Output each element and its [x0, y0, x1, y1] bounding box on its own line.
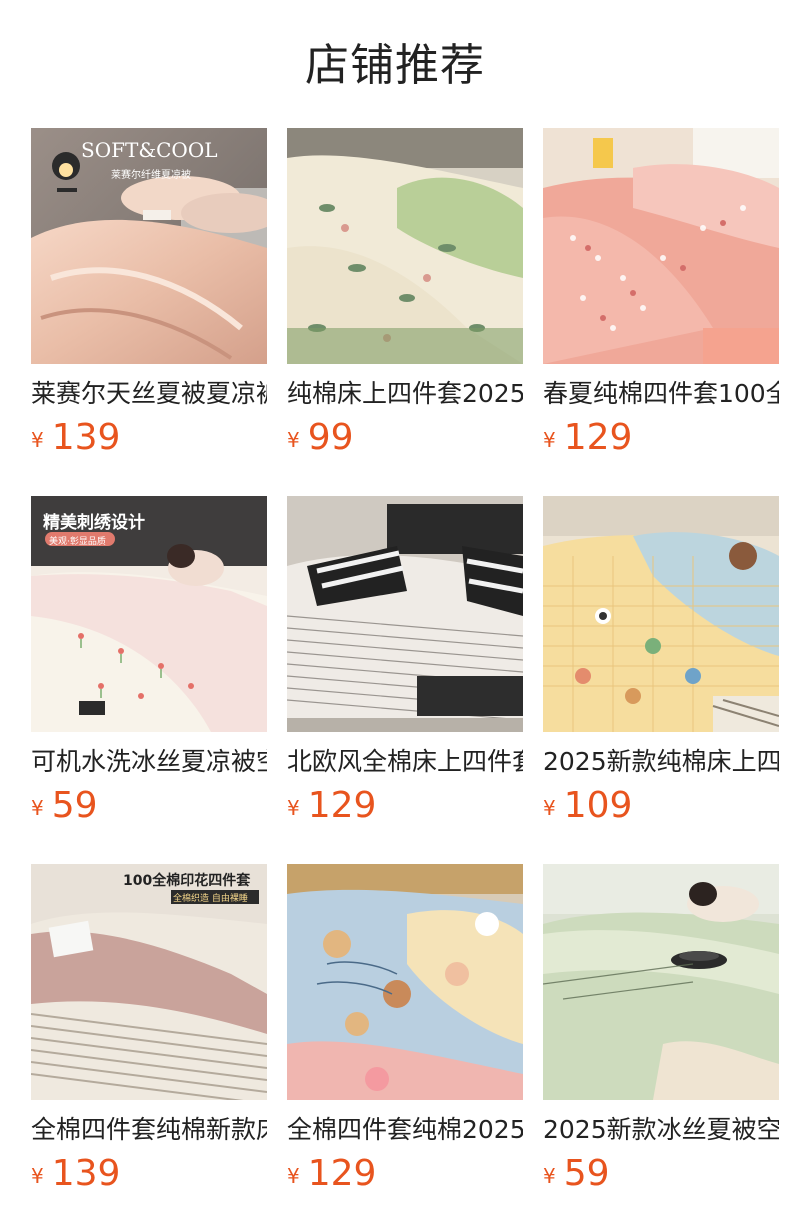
product-price: ¥129	[287, 786, 376, 826]
currency-symbol: ¥	[287, 1164, 300, 1188]
product-price: ¥139	[31, 418, 120, 458]
image-headline: 100全棉印花四件套	[123, 873, 251, 889]
product-price: ¥109	[543, 786, 632, 826]
product-card[interactable]: 精美刺绣设计 美观·彰显品质 可机水洗冰丝夏凉被空调被 ¥59	[31, 496, 267, 826]
price-amount: 129	[307, 1153, 377, 1194]
product-card[interactable]: 2025新款冰丝夏被空调被 ¥59	[543, 864, 779, 1194]
currency-symbol: ¥	[543, 796, 556, 820]
currency-symbol: ¥	[543, 428, 556, 452]
product-image[interactable]	[287, 128, 523, 364]
price-amount: 109	[563, 785, 633, 826]
currency-symbol: ¥	[543, 1164, 556, 1188]
currency-symbol: ¥	[287, 796, 300, 820]
product-name[interactable]: 莱赛尔天丝夏被夏凉被	[31, 378, 267, 412]
product-name[interactable]: 纯棉床上四件套2025	[287, 378, 523, 412]
product-name[interactable]: 全棉四件套纯棉新款床单	[31, 1114, 267, 1148]
product-card[interactable]: 100全棉印花四件套 全棉织造 自由裸睡 全棉四件套纯棉新款床单 ¥139	[31, 864, 267, 1194]
image-headline: 精美刺绣设计	[43, 513, 145, 533]
currency-symbol: ¥	[31, 1164, 44, 1188]
product-image[interactable]	[543, 864, 779, 1100]
currency-symbol: ¥	[31, 796, 44, 820]
image-headline: SOFT&COOL	[81, 138, 218, 162]
price-amount: 129	[307, 785, 377, 826]
product-card[interactable]: 春夏纯棉四件套100全棉 ¥129	[543, 128, 779, 458]
product-price: ¥129	[287, 1154, 376, 1194]
currency-symbol: ¥	[287, 428, 300, 452]
product-name[interactable]: 2025新款纯棉床上四件套	[543, 746, 779, 780]
product-name[interactable]: 春夏纯棉四件套100全棉	[543, 378, 779, 412]
product-image[interactable]	[287, 864, 523, 1100]
product-name[interactable]: 2025新款冰丝夏被空调被	[543, 1114, 779, 1148]
product-price: ¥59	[543, 1154, 610, 1194]
product-card[interactable]: 2025新款纯棉床上四件套 ¥109	[543, 496, 779, 826]
image-subtitle: 美观·彰显品质	[49, 537, 106, 547]
product-image[interactable]	[543, 128, 779, 364]
image-subtitle: 全棉织造 自由裸睡	[173, 894, 248, 904]
price-amount: 129	[563, 417, 633, 458]
price-amount: 139	[51, 417, 121, 458]
product-card[interactable]: SOFT&COOL 莱赛尔纤维夏凉被 莱赛尔天丝夏被夏凉被 ¥139	[31, 128, 267, 458]
price-amount: 59	[51, 785, 98, 826]
price-amount: 59	[563, 1153, 610, 1194]
product-image[interactable]: 精美刺绣设计 美观·彰显品质	[31, 496, 267, 732]
product-card[interactable]: 全棉四件套纯棉2025新款 ¥129	[287, 864, 523, 1194]
price-amount: 139	[51, 1153, 121, 1194]
product-name[interactable]: 全棉四件套纯棉2025新款	[287, 1114, 523, 1148]
product-image[interactable]: SOFT&COOL 莱赛尔纤维夏凉被	[31, 128, 267, 364]
product-card[interactable]: 纯棉床上四件套2025 ¥99	[287, 128, 523, 458]
product-name[interactable]: 可机水洗冰丝夏凉被空调被	[31, 746, 267, 780]
price-amount: 99	[307, 417, 354, 458]
product-price: ¥139	[31, 1154, 120, 1194]
product-price: ¥129	[543, 418, 632, 458]
product-image[interactable]	[543, 496, 779, 732]
product-price: ¥99	[287, 418, 354, 458]
section-title: 店铺推荐	[305, 40, 485, 91]
product-price: ¥59	[31, 786, 98, 826]
currency-symbol: ¥	[31, 428, 44, 452]
product-card[interactable]: 北欧风全棉床上四件套 ¥129	[287, 496, 523, 826]
product-image[interactable]: 100全棉印花四件套 全棉织造 自由裸睡	[31, 864, 267, 1100]
image-subtitle: 莱赛尔纤维夏凉被	[111, 170, 191, 181]
product-image[interactable]	[287, 496, 523, 732]
product-name[interactable]: 北欧风全棉床上四件套	[287, 746, 523, 780]
